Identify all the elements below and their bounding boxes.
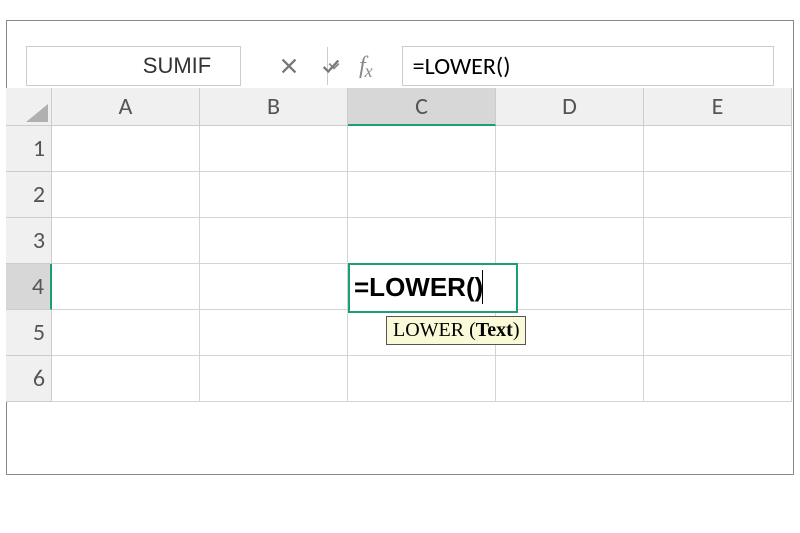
text-cursor (482, 270, 483, 304)
cell-a4[interactable] (52, 264, 200, 310)
cell-b2[interactable] (200, 172, 348, 218)
cell-d2[interactable] (496, 172, 644, 218)
column-header-e[interactable]: E (644, 88, 792, 126)
row-header-2[interactable]: 2 (6, 172, 52, 218)
cell-b6[interactable] (200, 356, 348, 402)
function-tooltip: LOWER (Text) (386, 316, 526, 345)
cell-d6[interactable] (496, 356, 644, 402)
cell-b3[interactable] (200, 218, 348, 264)
rows-container: 1 2 3 4 (6, 126, 794, 402)
row-3: 3 (6, 218, 794, 264)
cell-e4[interactable] (644, 264, 792, 310)
cell-e3[interactable] (644, 218, 792, 264)
spreadsheet-grid: A B C D E 1 2 3 (6, 88, 794, 475)
enter-formula-button[interactable] (317, 52, 345, 80)
column-header-b[interactable]: B (200, 88, 348, 126)
cell-d3[interactable] (496, 218, 644, 264)
row-header-1[interactable]: 1 (6, 126, 52, 172)
row-6: 6 (6, 356, 794, 402)
tooltip-arg-label[interactable]: Text (476, 319, 513, 341)
active-cell-edit-text[interactable]: =LOWER() (354, 272, 483, 303)
close-icon (278, 55, 300, 77)
cell-c2[interactable] (348, 172, 496, 218)
row-header-3[interactable]: 3 (6, 218, 52, 264)
cell-a1[interactable] (52, 126, 200, 172)
row-1: 1 (6, 126, 794, 172)
cancel-formula-button[interactable] (275, 52, 303, 80)
cell-c1[interactable] (348, 126, 496, 172)
cell-a6[interactable] (52, 356, 200, 402)
cell-c3[interactable] (348, 218, 496, 264)
column-headers-row: A B C D E (6, 88, 794, 126)
column-header-c[interactable]: C (348, 88, 496, 126)
cell-e6[interactable] (644, 356, 792, 402)
cell-a5[interactable] (52, 310, 200, 356)
fx-icon: fx (359, 53, 372, 79)
cell-a3[interactable] (52, 218, 200, 264)
column-header-a[interactable]: A (52, 88, 200, 126)
formula-input[interactable] (402, 46, 774, 86)
check-icon (320, 55, 342, 77)
row-header-4[interactable]: 4 (6, 264, 52, 310)
name-box-container (26, 46, 241, 86)
cell-b4[interactable] (200, 264, 348, 310)
select-all-cell[interactable] (6, 88, 52, 126)
row-header-6[interactable]: 6 (6, 356, 52, 402)
cell-b1[interactable] (200, 126, 348, 172)
tooltip-close: ) (513, 319, 520, 341)
cell-d1[interactable] (496, 126, 644, 172)
cell-e1[interactable] (644, 126, 792, 172)
cell-d4[interactable] (496, 264, 644, 310)
cell-b5[interactable] (200, 310, 348, 356)
row-2: 2 (6, 172, 794, 218)
column-header-d[interactable]: D (496, 88, 644, 126)
tooltip-fn-label: LOWER ( (393, 319, 476, 341)
formula-buttons: fx (241, 46, 390, 86)
cell-e5[interactable] (644, 310, 792, 356)
cell-c6[interactable] (348, 356, 496, 402)
insert-function-button[interactable]: fx (359, 53, 372, 80)
cell-e2[interactable] (644, 172, 792, 218)
cell-a2[interactable] (52, 172, 200, 218)
row-header-5[interactable]: 5 (6, 310, 52, 356)
